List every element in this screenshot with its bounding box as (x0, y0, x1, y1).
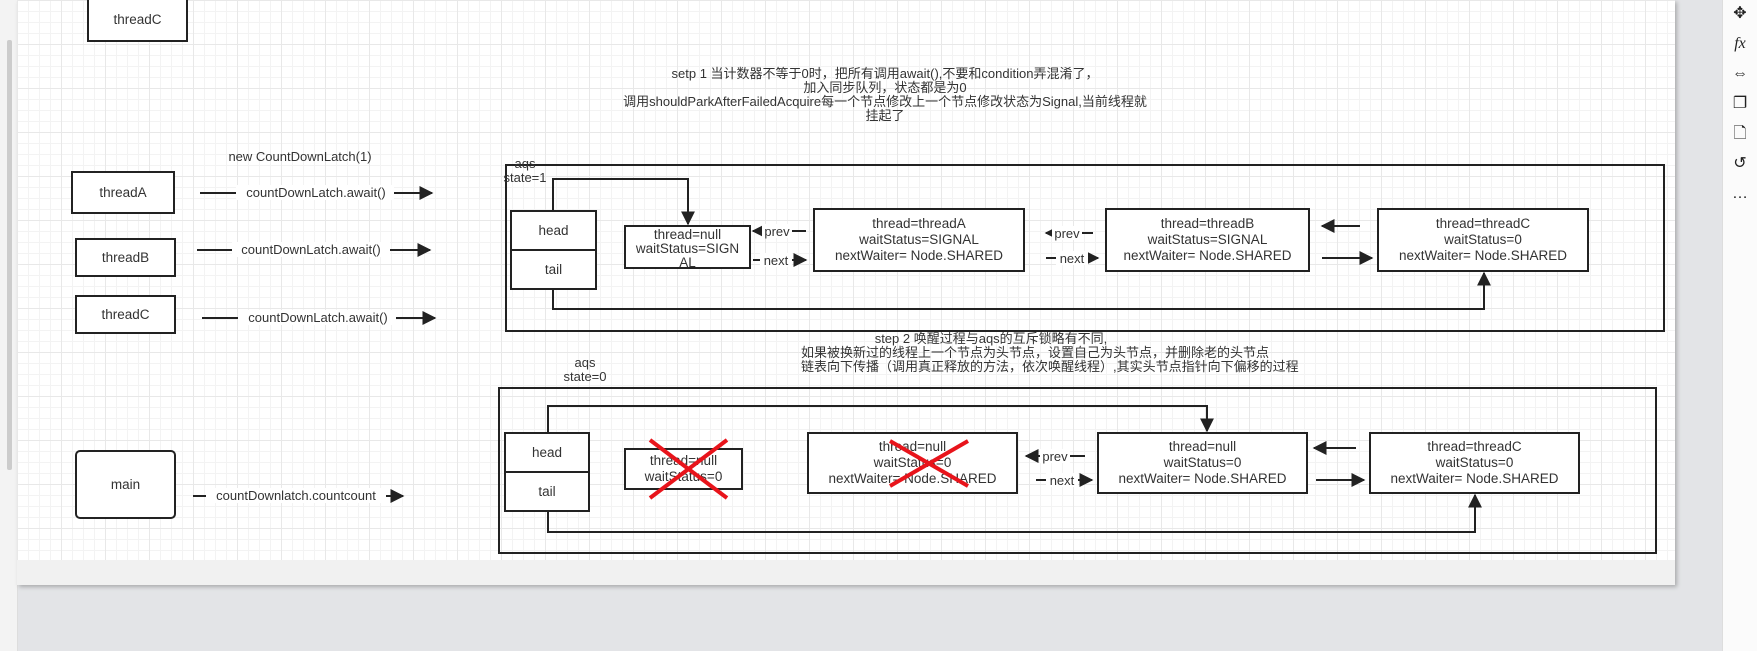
deleted-mark (648, 438, 969, 500)
await-label: countDownLatch.await() (246, 185, 385, 200)
next-label: next (1060, 251, 1085, 266)
next-label: next (764, 253, 789, 268)
prev-label: prev (1042, 449, 1068, 464)
head-pointer-2 (547, 405, 1214, 433)
await-label: countDownLatch.await() (241, 242, 380, 257)
connectors: countDownLatch.await() countDownLatch.aw… (193, 178, 1491, 533)
prev-label: prev (1054, 226, 1080, 241)
head-pointer-1 (552, 178, 695, 226)
await-label: countDownLatch.await() (248, 310, 387, 325)
tail-pointer-1 (552, 271, 1491, 310)
next-label: next (1050, 473, 1075, 488)
tail-pointer-2 (547, 493, 1482, 533)
countdown-label: countDownlatch.countcount (216, 488, 376, 503)
prev-label: prev (764, 224, 790, 239)
